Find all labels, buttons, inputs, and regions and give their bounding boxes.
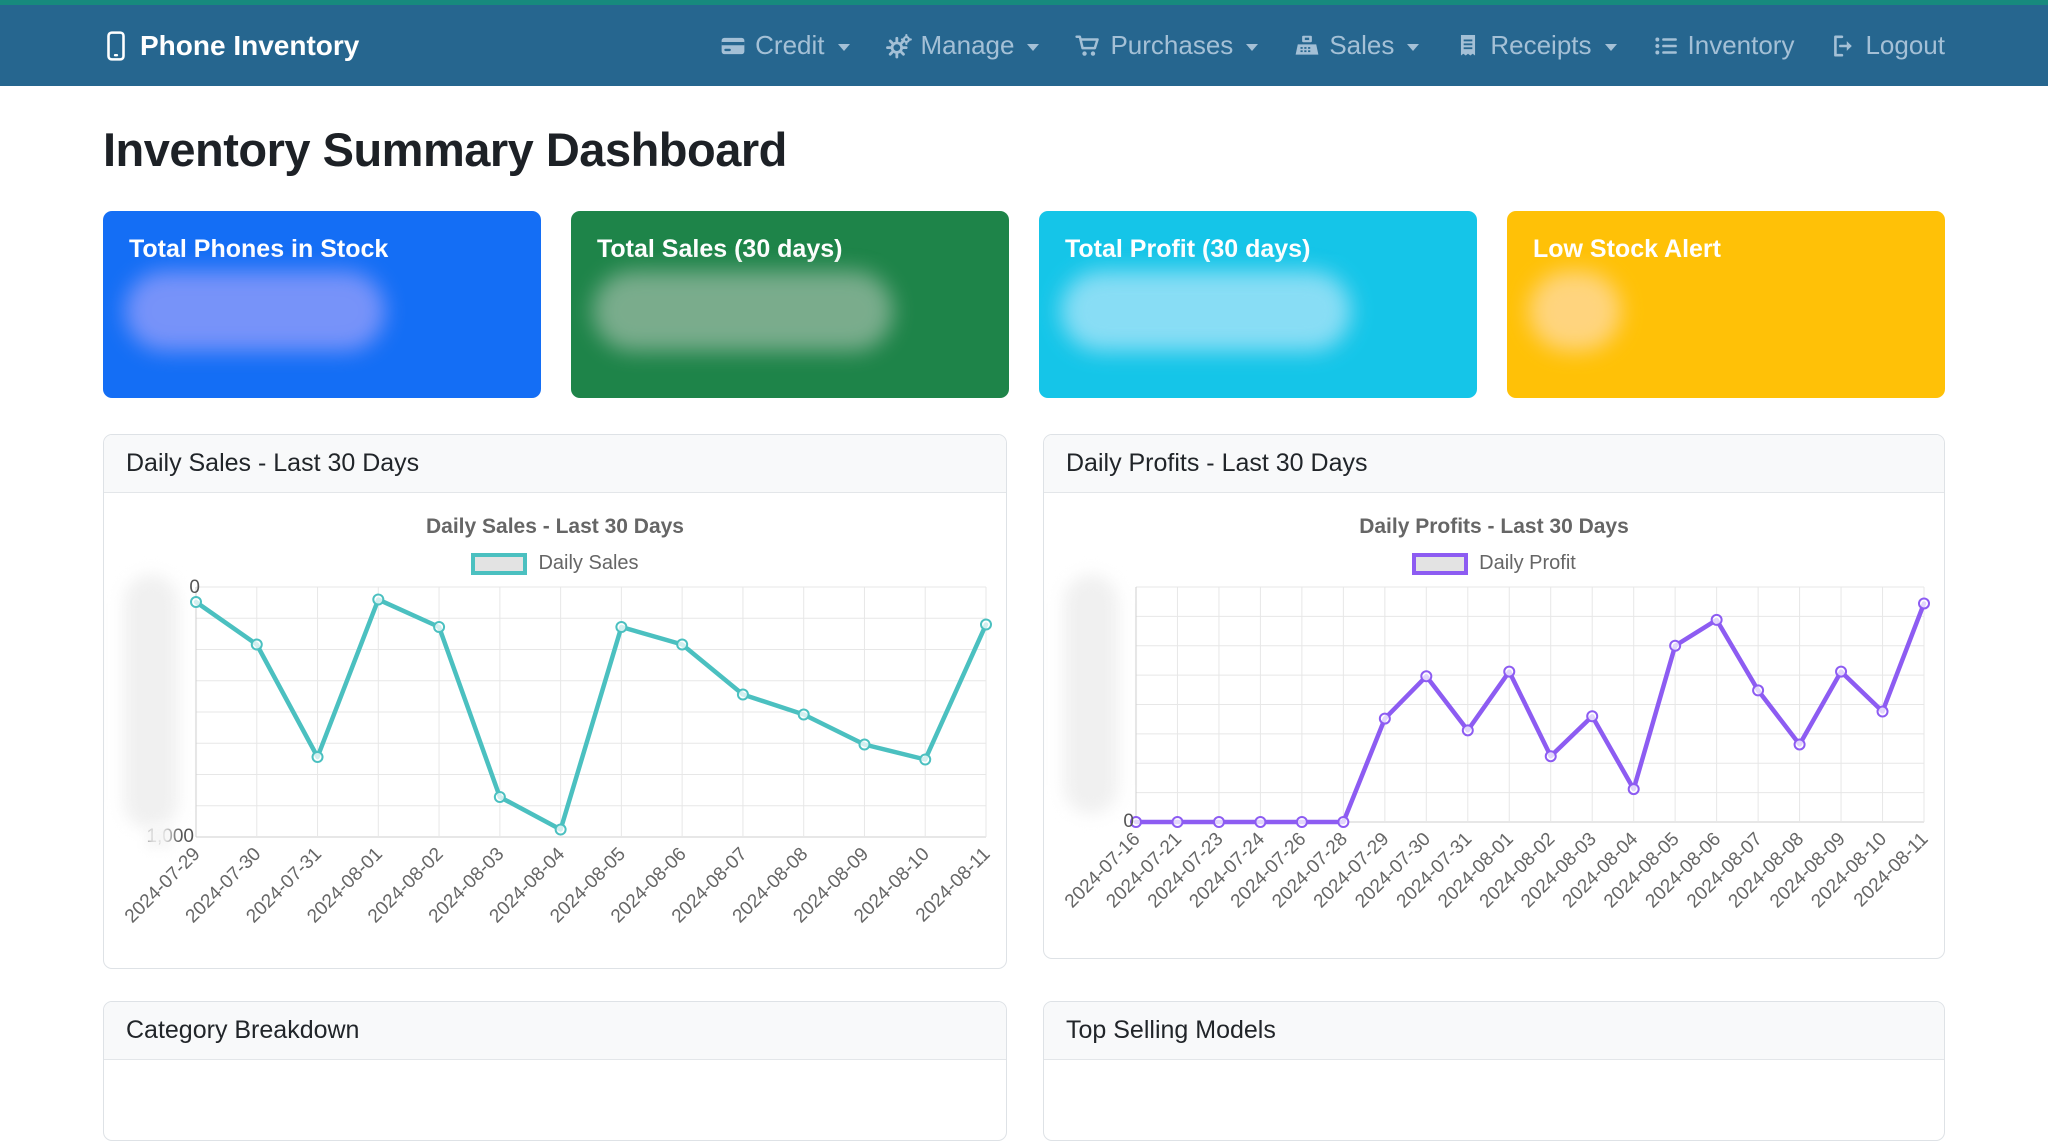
redaction-blur-small (146, 825, 172, 849)
nav-item-label: Sales (1329, 30, 1395, 60)
mobile-phone-icon (103, 30, 129, 61)
daily-profits-y-axis: 0 (1064, 575, 1136, 832)
stat-card-label: Total Sales (30 days) (597, 235, 843, 263)
redacted-value-blob (1529, 271, 1621, 351)
nav-item-receipts[interactable]: Receipts (1455, 30, 1617, 61)
stat-card-total-profit-30-days-: Total Profit (30 days) (1039, 211, 1477, 398)
daily-sales-legend: Daily Sales (124, 552, 986, 575)
daily-profits-legend-swatch (1412, 552, 1469, 575)
redacted-value-blob (125, 271, 385, 351)
receipt-icon (1455, 33, 1481, 59)
top-selling-models-card: Top Selling Models (1043, 1001, 1945, 1141)
page-title: Inventory Summary Dashboard (103, 123, 787, 176)
chevron-down-icon (1407, 43, 1420, 51)
redaction-blur-blob (1064, 575, 1118, 814)
daily-sales-legend-label: Daily Sales (538, 552, 639, 574)
redacted-value-blob (1061, 271, 1351, 351)
redaction-blur-blob (124, 575, 178, 829)
daily-profits-chart-title: Daily Profits - Last 30 Days (1359, 515, 1629, 538)
daily-sales-card: Daily Sales - Last 30 Days Daily Sales -… (103, 434, 1007, 969)
brand-label: Phone Inventory (140, 29, 360, 61)
nav-item-purchases[interactable]: Purchases (1075, 30, 1259, 61)
daily-profits-legend: Daily Profit (1064, 552, 1924, 575)
stat-card-low-stock-alert: Low Stock Alert (1507, 211, 1945, 398)
stat-card-total-sales-30-days-: Total Sales (30 days) (571, 211, 1009, 398)
nav-item-label: Purchases (1110, 30, 1234, 60)
daily-sales-line-chart: 2024-07-292024-07-302024-07-312024-08-01… (121, 586, 995, 927)
daily-profits-legend-label: Daily Profit (1479, 552, 1576, 574)
y-tick-label-bottom: 0 (1123, 811, 1134, 832)
nav-item-label: Inventory (1687, 30, 1795, 60)
top-selling-models-header: Top Selling Models (1044, 1002, 1944, 1060)
bottom-row: Category Breakdown Top Selling Models (103, 1001, 1945, 1141)
gears-icon (885, 33, 912, 59)
daily-sales-card-header: Daily Sales - Last 30 Days (104, 435, 1006, 493)
chevron-down-icon (1027, 43, 1040, 51)
cart-icon (1075, 33, 1101, 59)
list-icon (1653, 33, 1679, 59)
nav-item-logout[interactable]: Logout (1830, 30, 1945, 61)
navbar: Phone Inventory Credit Manage Purchases Sal… (0, 5, 2048, 86)
daily-sales-y-axis: 0 1,000 (124, 575, 200, 849)
chevron-down-icon (837, 43, 850, 51)
stat-card-total-phones-in-stock: Total Phones in Stock (103, 211, 541, 398)
redacted-value-blob (593, 271, 893, 351)
credit-card-icon (720, 33, 746, 59)
nav-items: Credit Manage Purchases Sales Receipts Invent… (720, 30, 1945, 61)
daily-profits-line-chart: 2024-07-162024-07-212024-07-232024-07-24… (1061, 586, 1933, 912)
daily-profits-card-header: Daily Profits - Last 30 Days (1044, 435, 1944, 493)
charts-row: Daily Sales - Last 30 Days Daily Sales -… (103, 434, 1945, 969)
stats-row: Total Phones in Stock Total Sales (30 day… (103, 211, 1945, 398)
chevron-down-icon (1604, 43, 1617, 51)
stat-card-label: Low Stock Alert (1533, 235, 1721, 263)
nav-item-manage[interactable]: Manage (885, 30, 1040, 61)
nav-item-label: Credit (755, 30, 825, 60)
nav-item-label: Receipts (1490, 30, 1592, 60)
nav-item-inventory[interactable]: Inventory (1653, 30, 1795, 61)
y-tick-fragment-top: 0 (189, 577, 200, 598)
daily-sales-chart-title: Daily Sales - Last 30 Days (426, 515, 684, 538)
logout-icon (1830, 33, 1856, 59)
cash-register-icon (1294, 33, 1320, 59)
daily-sales-legend-swatch (471, 552, 528, 575)
chevron-down-icon (1246, 43, 1259, 51)
nav-item-sales[interactable]: Sales (1294, 30, 1420, 61)
nav-item-label: Manage (920, 30, 1015, 60)
stat-card-label: Total Profit (30 days) (1065, 235, 1311, 263)
nav-item-label: Logout (1865, 30, 1945, 60)
daily-profits-card: Daily Profits - Last 30 Days Daily Profi… (1043, 434, 1945, 959)
category-breakdown-header: Category Breakdown (104, 1002, 1006, 1060)
nav-item-credit[interactable]: Credit (720, 30, 850, 61)
stat-card-label: Total Phones in Stock (129, 235, 389, 263)
category-breakdown-card: Category Breakdown (103, 1001, 1007, 1141)
navbar-brand[interactable]: Phone Inventory (103, 30, 359, 62)
